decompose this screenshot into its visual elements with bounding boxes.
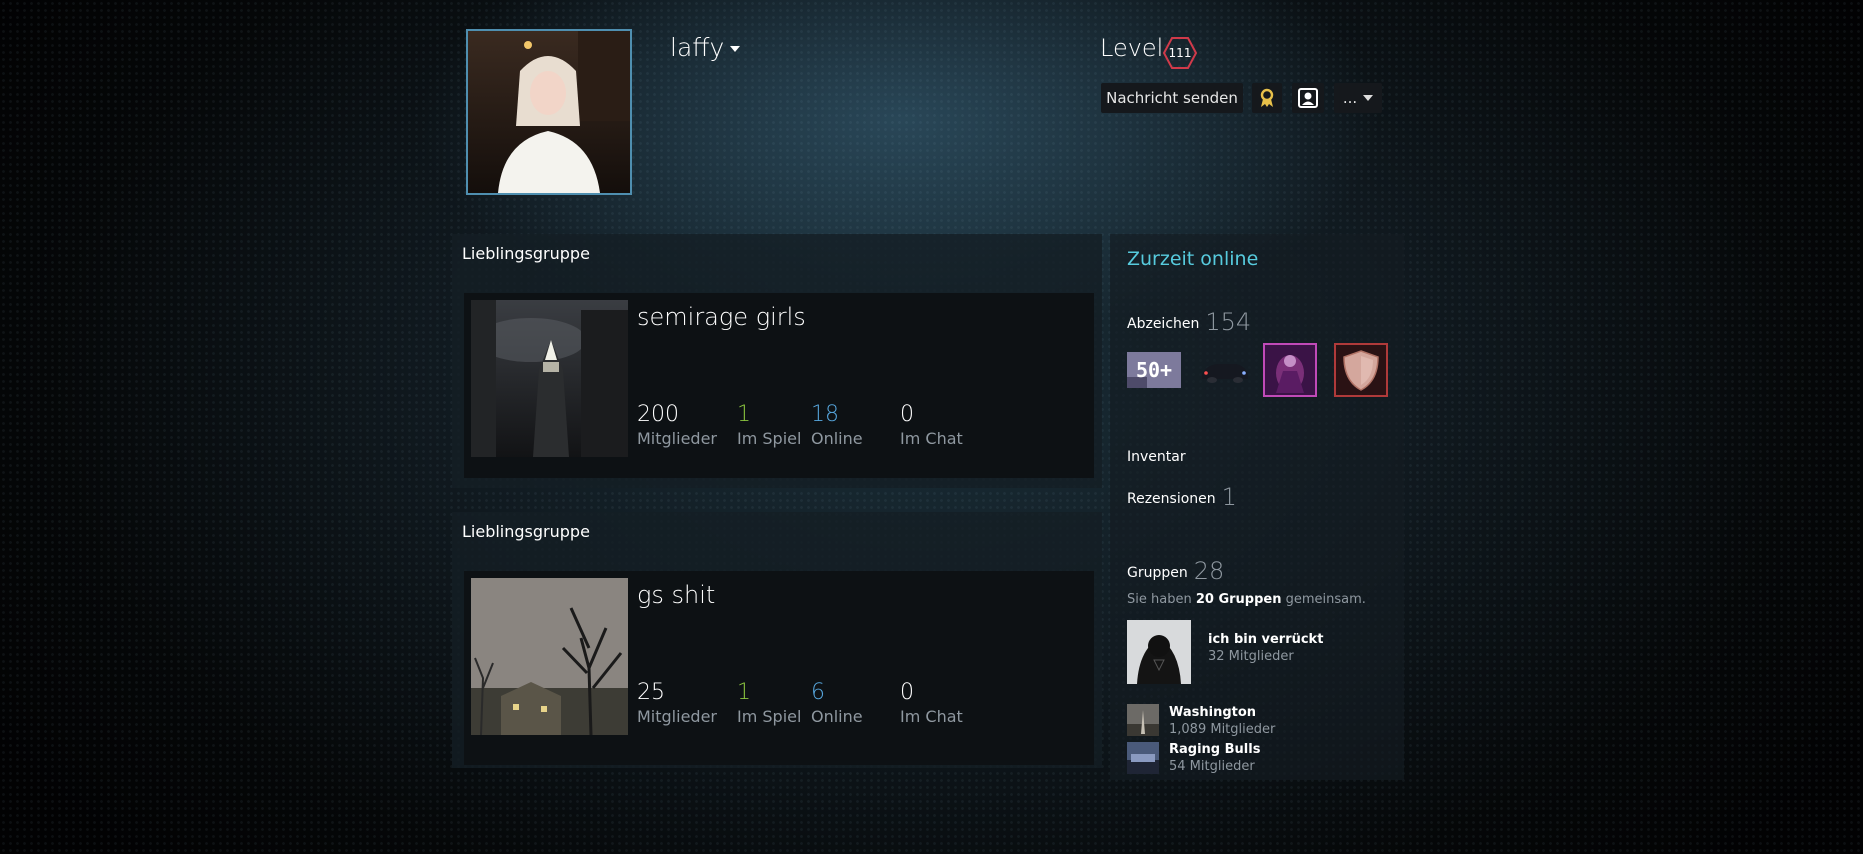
- group-name[interactable]: semirage girls: [637, 303, 806, 331]
- level-label: Level: [1100, 34, 1164, 62]
- stat-members: 25 Mitglieder: [637, 680, 717, 726]
- stat-online: 6 Online: [811, 680, 863, 726]
- group-avatar[interactable]: [471, 300, 628, 457]
- badge-text: 50+: [1136, 358, 1172, 382]
- username: laffy: [670, 33, 725, 62]
- group-item-info: Raging Bulls 54 Mitglieder: [1169, 742, 1260, 774]
- group-item-name[interactable]: ich bin verrückt: [1208, 632, 1323, 647]
- common-suffix: gemeinsam.: [1285, 592, 1366, 607]
- stat-label: Im Chat: [900, 429, 963, 448]
- stat-label: Online: [811, 707, 863, 726]
- badge-character[interactable]: [1263, 343, 1317, 397]
- group-card: gs shit 25 Mitglieder 1 Im Spiel 6 Onlin…: [464, 571, 1094, 765]
- stat-label: Im Spiel: [737, 429, 802, 448]
- groups-in-common: Sie haben 20 Gruppen gemeinsam.: [1127, 592, 1366, 607]
- badge-car[interactable]: [1198, 343, 1252, 397]
- stat-members: 200 Mitglieder: [637, 402, 717, 448]
- chevron-down-icon: [1363, 95, 1374, 101]
- stat-value: 0: [900, 680, 914, 705]
- groups-label: Gruppen: [1127, 565, 1188, 581]
- badge-shield[interactable]: [1334, 343, 1388, 397]
- group-item[interactable]: [1127, 742, 1159, 774]
- stat-value: 1: [737, 402, 751, 427]
- panel-title: Lieblingsgruppe: [462, 522, 590, 541]
- more-actions-button[interactable]: ...: [1334, 83, 1382, 113]
- stat-value: 18: [811, 402, 839, 427]
- profile-avatar[interactable]: [466, 29, 632, 195]
- profile-sidebar: Zurzeit online Abzeichen 154 50+ Inventa…: [1110, 234, 1404, 780]
- badges-label: Abzeichen: [1127, 316, 1200, 332]
- group-item-avatar: [1127, 704, 1159, 736]
- group-item-name[interactable]: Raging Bulls: [1169, 742, 1260, 757]
- stat-label: Mitglieder: [637, 707, 717, 726]
- badges-link[interactable]: Abzeichen 154: [1127, 308, 1251, 336]
- friend-button[interactable]: [1292, 83, 1324, 113]
- chevron-down-icon: [730, 46, 741, 52]
- stat-value: 0: [900, 402, 914, 427]
- group-item-info: Washington 1,089 Mitglieder: [1169, 705, 1275, 737]
- award-icon: [1260, 88, 1274, 107]
- reviews-link[interactable]: Rezensionen 1: [1127, 483, 1237, 511]
- reviews-count: 1: [1221, 483, 1237, 511]
- group-card: semirage girls 200 Mitglieder 1 Im Spiel…: [464, 293, 1094, 478]
- stat-label: Mitglieder: [637, 429, 717, 448]
- group-item-name[interactable]: Washington: [1169, 705, 1275, 720]
- badges-count: 154: [1205, 308, 1252, 336]
- favorite-group-panel: Lieblingsgruppe gs shit 25 Mitglieder 1 …: [452, 512, 1102, 768]
- group-item[interactable]: [1127, 704, 1159, 736]
- panel-title: Lieblingsgruppe: [462, 244, 590, 263]
- award-button[interactable]: [1252, 83, 1282, 113]
- inventory-link[interactable]: Inventar: [1127, 449, 1186, 465]
- reviews-label: Rezensionen: [1127, 491, 1216, 507]
- stat-online: 18 Online: [811, 402, 863, 448]
- level-number: 111: [1168, 46, 1192, 60]
- username-dropdown[interactable]: laffy: [670, 33, 741, 62]
- stat-in-chat: 0 Im Chat: [900, 680, 963, 726]
- group-item-avatar: [1127, 620, 1191, 684]
- group-avatar[interactable]: [471, 578, 628, 735]
- group-item-members: 54 Mitglieder: [1169, 759, 1255, 774]
- group-name[interactable]: gs shit: [637, 581, 715, 609]
- user-icon: [1298, 88, 1318, 108]
- group-item-members: 1,089 Mitglieder: [1169, 722, 1276, 737]
- badge-50-plus[interactable]: 50+: [1127, 343, 1181, 397]
- stat-in-chat: 0 Im Chat: [900, 402, 963, 448]
- stat-in-game: 1 Im Spiel: [737, 402, 801, 448]
- stat-value: 1: [737, 680, 751, 705]
- group-item-info: ich bin verrückt 32 Mitglieder: [1208, 632, 1323, 664]
- online-status: Zurzeit online: [1127, 248, 1259, 270]
- stat-value: 6: [811, 680, 825, 705]
- more-label: ...: [1342, 89, 1358, 107]
- groups-count: 28: [1193, 557, 1225, 585]
- common-count[interactable]: 20 Gruppen: [1196, 592, 1282, 607]
- stat-label: Online: [811, 429, 863, 448]
- stat-value: 200: [637, 402, 679, 427]
- groups-link[interactable]: Gruppen 28: [1127, 557, 1224, 585]
- stat-label: Im Spiel: [737, 707, 802, 726]
- stat-label: Im Chat: [900, 707, 963, 726]
- stat-in-game: 1 Im Spiel: [737, 680, 801, 726]
- group-item[interactable]: [1127, 620, 1191, 684]
- level-badge: 111: [1162, 36, 1198, 70]
- common-prefix: Sie haben: [1127, 592, 1192, 607]
- stat-value: 25: [637, 680, 665, 705]
- send-message-button[interactable]: Nachricht senden: [1101, 83, 1243, 113]
- group-item-avatar: [1127, 742, 1159, 774]
- favorite-group-panel: Lieblingsgruppe semirage girls 200 Mitgl…: [452, 234, 1102, 488]
- group-item-members: 32 Mitglieder: [1208, 649, 1294, 664]
